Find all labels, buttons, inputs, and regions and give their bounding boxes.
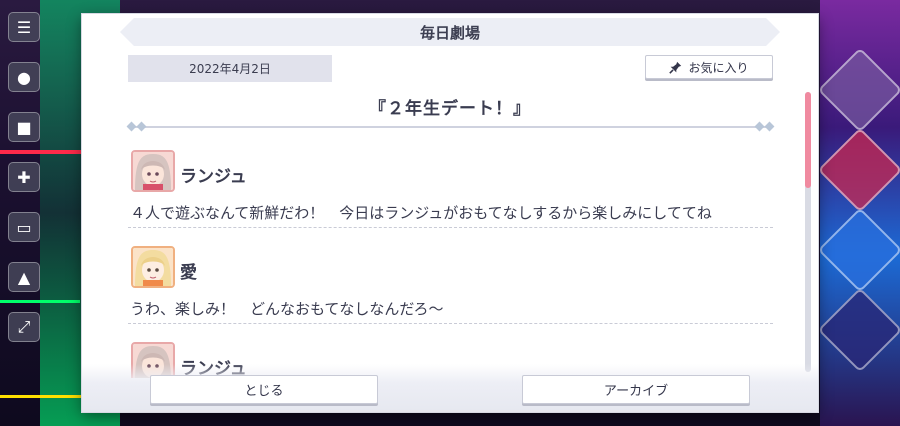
dotted-divider bbox=[128, 227, 773, 228]
dotted-divider bbox=[128, 323, 773, 324]
chat-icon[interactable]: ● bbox=[8, 62, 40, 92]
dialogue-text: うわ、楽しみ！ どんなおもてなしなんだろ～ bbox=[130, 300, 444, 318]
ai-avatar bbox=[131, 246, 175, 288]
bg-red-line bbox=[0, 150, 82, 154]
dialogue-log[interactable]: ランジュ ４人で遊ぶなんて新鮮だわ！ 今日はランジュがおもてなしするから楽しみに… bbox=[128, 142, 773, 378]
divider-diamond bbox=[136, 121, 147, 132]
screen-icon[interactable]: ▭ bbox=[8, 212, 40, 242]
gift-icon[interactable]: ✚ bbox=[8, 162, 40, 192]
divider-diamond bbox=[754, 121, 765, 132]
dialogue-entry: 愛 うわ、楽しみ！ どんなおもてなしなんだろ～ bbox=[128, 238, 773, 334]
scrollbar[interactable] bbox=[805, 92, 811, 372]
bg-yellow-line bbox=[0, 395, 82, 398]
story-title: 『２年生デート！』 bbox=[369, 99, 531, 119]
dialogue-text: ４人で遊ぶなんて新鮮だわ！ 今日はランジュがおもてなしするから楽しみにしててね bbox=[130, 204, 712, 222]
speaker-name: 愛 bbox=[180, 263, 197, 283]
expand-icon[interactable]: ⤢ bbox=[8, 312, 40, 342]
archive-button[interactable]: アーカイブ bbox=[522, 375, 750, 404]
favorite-button[interactable]: お気に入り bbox=[645, 55, 773, 79]
scroll-thumb[interactable] bbox=[805, 92, 811, 188]
date-label: 2022年4月2日 bbox=[128, 55, 332, 82]
lanzhu-avatar bbox=[131, 150, 175, 192]
favorite-label: お気に入り bbox=[688, 60, 749, 75]
dialog-title: 毎日劇場 bbox=[120, 18, 780, 46]
close-button[interactable]: とじる bbox=[150, 375, 378, 404]
title-divider bbox=[128, 126, 773, 128]
dialogue-entry: ランジュ ４人で遊ぶなんて新鮮だわ！ 今日はランジュがおもてなしするから楽しみに… bbox=[128, 142, 773, 238]
trophy-icon[interactable]: ▲ bbox=[8, 262, 40, 292]
speaker-name: ランジュ bbox=[180, 167, 247, 187]
pin-icon bbox=[669, 61, 682, 74]
shop-icon[interactable]: ■ bbox=[8, 112, 40, 142]
bg-green-line bbox=[0, 300, 80, 303]
divider-diamond bbox=[126, 121, 137, 132]
menu-icon[interactable]: ☰ bbox=[8, 12, 40, 42]
divider-diamond bbox=[764, 121, 775, 132]
daily-theater-dialog: 毎日劇場 2022年4月2日 お気に入り 『２年生デート！』 ランジュ ４人で遊… bbox=[82, 14, 818, 412]
